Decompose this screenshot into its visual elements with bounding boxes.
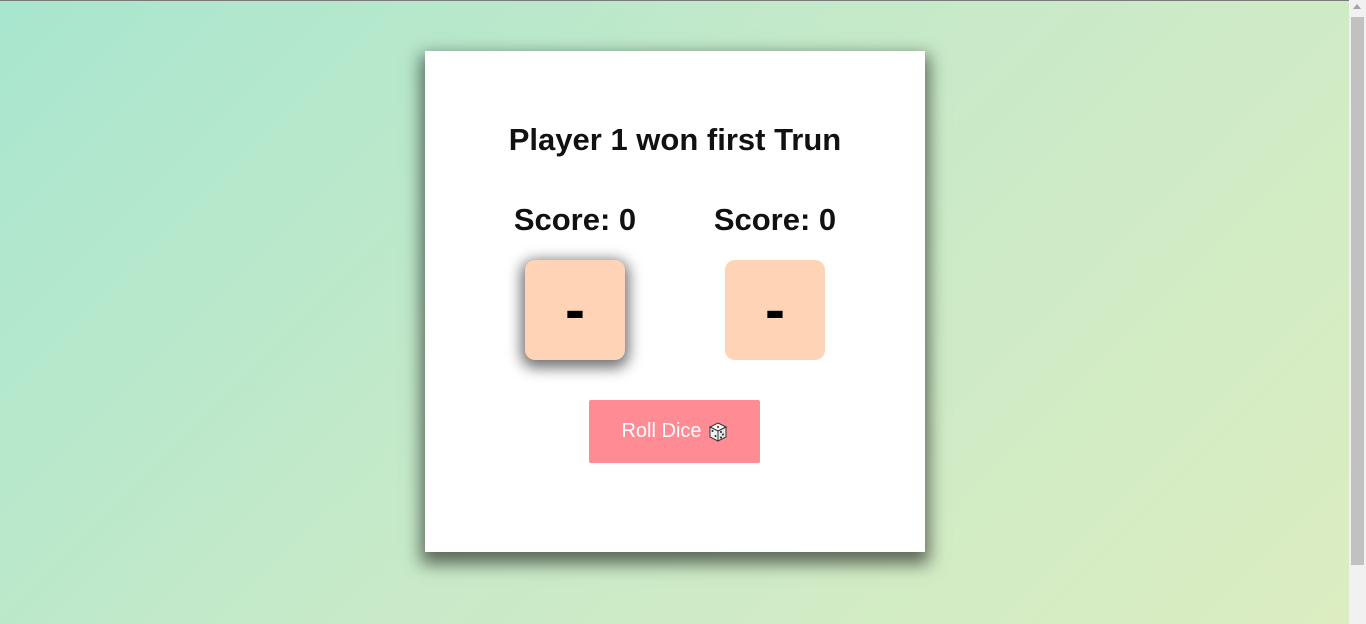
player-2-score-value: 0 [818,202,837,237]
dice-icon [708,421,727,442]
player-1-die: - [525,260,625,360]
player-2-score-label: Score: [713,202,819,237]
vertical-scrollbar[interactable] [1349,0,1366,624]
game-card: Player 1 won first Trun Score: 0 - Score… [425,51,925,552]
scrollbar-thumb[interactable] [1351,17,1364,565]
player-2-die: - [725,260,825,360]
page-title: Player 1 won first Trun [508,122,842,157]
roll-dice-button[interactable]: Roll Dice [589,400,760,463]
scroll-up-arrow-icon[interactable] [1353,4,1361,9]
player-1-score: Score: 0 [495,200,655,240]
window-top-border [0,0,1366,1]
player-2-score: Score: 0 [695,200,855,240]
player-1-score-value: 0 [618,202,637,237]
roll-dice-label: Roll Dice [621,420,702,442]
player-1-score-label: Score: [513,202,619,237]
